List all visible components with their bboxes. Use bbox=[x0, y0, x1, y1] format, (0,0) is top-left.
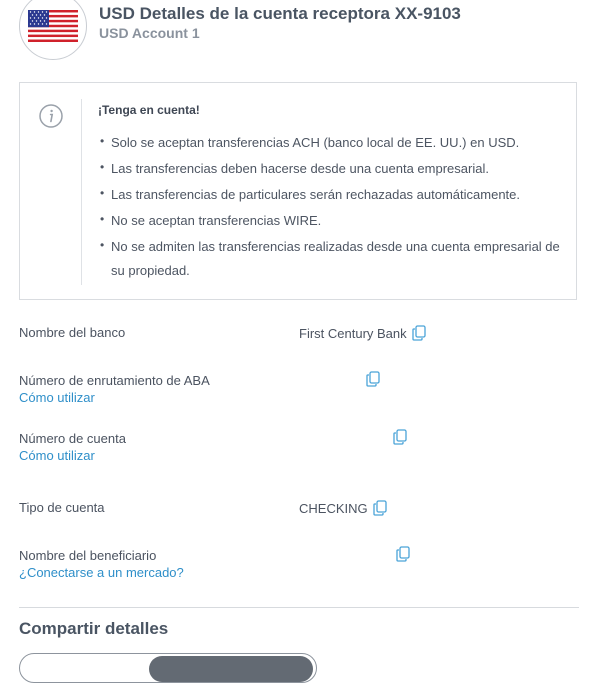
how-to-use-link[interactable]: Cómo utilizar bbox=[19, 390, 579, 405]
bank-name-row: Nombre del banco First Century Bank bbox=[19, 325, 579, 341]
share-toggle-active-option[interactable] bbox=[149, 656, 313, 682]
bank-name-value: First Century Bank bbox=[299, 325, 407, 341]
copy-icon[interactable] bbox=[366, 371, 380, 387]
info-icon bbox=[39, 104, 63, 128]
account-type-value-wrap: CHECKING bbox=[299, 500, 387, 516]
notice-item: No se aceptan transferencias WIRE. bbox=[98, 207, 568, 233]
share-toggle[interactable] bbox=[19, 653, 317, 683]
account-number-row: Número de cuenta Cómo utilizar bbox=[19, 429, 579, 463]
beneficiary-label: Nombre del beneficiario bbox=[19, 548, 157, 563]
account-title: USD Detalles de la cuenta receptora XX-9… bbox=[99, 4, 461, 23]
beneficiary-row: Nombre del beneficiario ¿Conectarse a un… bbox=[19, 546, 579, 580]
notice-item: Las transferencias de particulares serán… bbox=[98, 181, 568, 207]
copy-icon[interactable] bbox=[412, 325, 426, 341]
notice-list: Solo se aceptan transferencias ACH (banc… bbox=[98, 129, 568, 285]
account-number-label: Número de cuenta bbox=[19, 431, 126, 446]
notice-item: No se admiten las transferencias realiza… bbox=[98, 233, 568, 283]
connect-marketplace-link[interactable]: ¿Conectarse a un mercado? bbox=[19, 565, 579, 580]
notice-item: Solo se aceptan transferencias ACH (banc… bbox=[98, 129, 568, 155]
how-to-use-link[interactable]: Cómo utilizar bbox=[19, 448, 579, 463]
us-flag-icon bbox=[19, 0, 87, 60]
notice-title: ¡Tenga en cuenta! bbox=[98, 103, 200, 117]
share-details-title: Compartir detalles bbox=[19, 619, 169, 638]
account-subtitle: USD Account 1 bbox=[99, 25, 200, 41]
notice-item: Las transferencias deben hacerse desde u… bbox=[98, 155, 568, 181]
copy-icon[interactable] bbox=[393, 429, 407, 445]
section-divider bbox=[19, 607, 579, 608]
account-header: USD Detalles de la cuenta receptora XX-9… bbox=[19, 0, 579, 62]
account-type-value: CHECKING bbox=[299, 500, 368, 516]
notice-box: ¡Tenga en cuenta! Solo se aceptan transf… bbox=[19, 82, 577, 300]
account-type-row: Tipo de cuenta CHECKING bbox=[19, 500, 579, 516]
copy-icon[interactable] bbox=[396, 546, 410, 562]
bank-name-value-wrap: First Century Bank bbox=[299, 325, 426, 341]
aba-routing-row: Número de enrutamiento de ABA Cómo utili… bbox=[19, 371, 579, 405]
aba-routing-label: Número de enrutamiento de ABA bbox=[19, 373, 210, 388]
copy-icon[interactable] bbox=[372, 500, 387, 516]
notice-divider bbox=[81, 99, 82, 285]
